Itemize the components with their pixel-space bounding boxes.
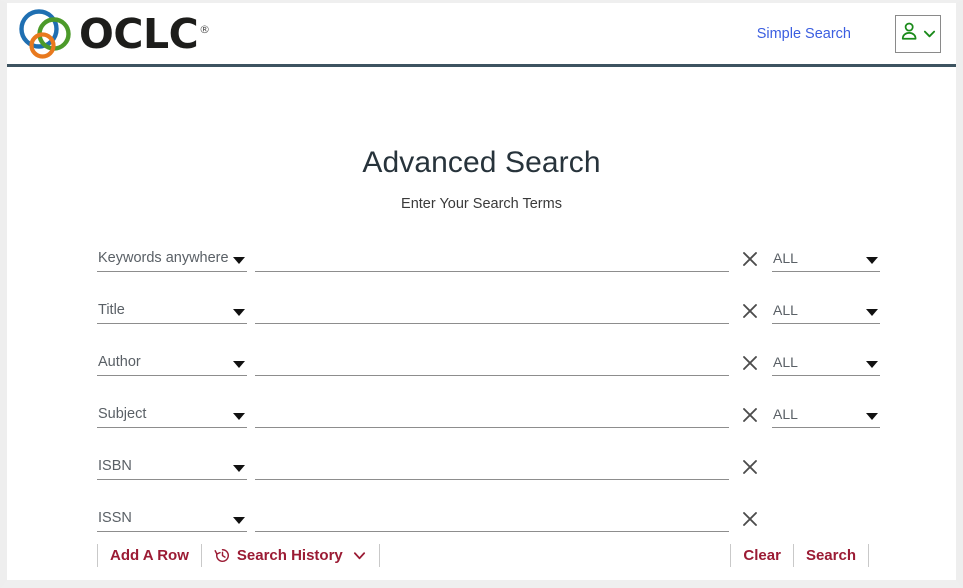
index-select-0[interactable]: Keywords anywhereTitleAuthorSubjectISBNI… xyxy=(97,247,247,272)
close-x-icon xyxy=(740,252,760,272)
chevron-down-icon xyxy=(923,27,936,40)
search-actions-bar: Add A Row Search History Clear Search xyxy=(7,538,956,572)
close-x-icon xyxy=(740,408,760,428)
index-select-4[interactable]: Keywords anywhereTitleAuthorSubjectISBNI… xyxy=(97,455,247,480)
index-select-5[interactable]: Keywords anywhereTitleAuthorSubjectISBNI… xyxy=(97,507,247,532)
index-select-2[interactable]: Keywords anywhereTitleAuthorSubjectISBNI… xyxy=(97,351,247,376)
chevron-down-icon xyxy=(352,548,367,563)
trademark-mark: ® xyxy=(199,23,210,37)
page-subtitle: Enter Your Search Terms xyxy=(401,196,562,212)
clear-button[interactable]: Clear xyxy=(731,542,793,568)
search-row: Keywords anywhereTitleAuthorSubjectISBNI… xyxy=(7,395,956,447)
search-button[interactable]: Search xyxy=(794,542,868,568)
user-account-icon xyxy=(900,21,922,46)
brand-logo[interactable]: OCLC® xyxy=(15,8,210,60)
boolean-operator-select-1[interactable]: ALLANYNOT xyxy=(772,299,880,324)
remove-row-button-0[interactable] xyxy=(739,249,761,271)
account-menu-button[interactable] xyxy=(895,14,941,53)
remove-row-button-3[interactable] xyxy=(739,405,761,427)
search-term-input-1[interactable] xyxy=(255,299,729,324)
footer-left-actions: Add A Row Search History xyxy=(97,542,380,568)
search-rows-list: Keywords anywhereTitleAuthorSubjectISBNI… xyxy=(7,239,956,551)
search-history-label: Search History xyxy=(236,546,343,564)
close-x-icon xyxy=(740,356,760,376)
oclc-circles-logo-icon xyxy=(15,8,77,60)
close-x-icon xyxy=(740,512,760,532)
search-term-input-3[interactable] xyxy=(255,403,729,428)
advanced-search-main: Advanced Search Enter Your Search Terms … xyxy=(7,67,956,532)
search-term-input-5[interactable] xyxy=(255,507,729,532)
search-history-button[interactable]: Search History xyxy=(202,542,379,568)
search-row: Keywords anywhereTitleAuthorSubjectISBNI… xyxy=(7,343,956,395)
search-label: Search xyxy=(805,546,856,564)
remove-row-button-4[interactable] xyxy=(739,457,761,479)
search-row: Keywords anywhereTitleAuthorSubjectISBNI… xyxy=(7,291,956,343)
page-title: Advanced Search xyxy=(362,146,601,179)
brand-wordmark-text: OCLC xyxy=(79,10,199,58)
remove-row-button-1[interactable] xyxy=(739,301,761,323)
index-select-1[interactable]: Keywords anywhereTitleAuthorSubjectISBNI… xyxy=(97,299,247,324)
site-header: OCLC® Simple Search xyxy=(7,3,956,67)
add-a-row-button[interactable]: Add A Row xyxy=(98,542,201,568)
boolean-operator-select-2[interactable]: ALLANYNOT xyxy=(772,351,880,376)
search-term-input-0[interactable] xyxy=(255,247,729,272)
search-row: Keywords anywhereTitleAuthorSubjectISBNI… xyxy=(7,239,956,291)
close-x-icon xyxy=(740,460,760,480)
remove-row-button-5[interactable] xyxy=(739,509,761,531)
page-root: OCLC® Simple Search Advanced Search Ente… xyxy=(0,0,963,588)
index-select-3[interactable]: Keywords anywhereTitleAuthorSubjectISBNI… xyxy=(97,403,247,428)
search-term-input-4[interactable] xyxy=(255,455,729,480)
simple-search-link[interactable]: Simple Search xyxy=(757,26,851,42)
header-actions: Simple Search xyxy=(757,14,941,53)
remove-row-button-2[interactable] xyxy=(739,353,761,375)
divider xyxy=(378,543,380,567)
close-x-icon xyxy=(740,304,760,324)
boolean-operator-select-0[interactable]: ALLANYNOT xyxy=(772,247,880,272)
search-term-input-2[interactable] xyxy=(255,351,729,376)
add-a-row-label: Add A Row xyxy=(110,546,189,564)
clear-label: Clear xyxy=(743,546,781,564)
footer-right-actions: Clear Search xyxy=(730,542,869,568)
brand-wordmark: OCLC® xyxy=(79,14,210,55)
search-row: Keywords anywhereTitleAuthorSubjectISBNI… xyxy=(7,447,956,499)
boolean-operator-select-3[interactable]: ALLANYNOT xyxy=(772,403,880,428)
history-clock-icon xyxy=(214,547,231,564)
divider xyxy=(868,543,869,567)
